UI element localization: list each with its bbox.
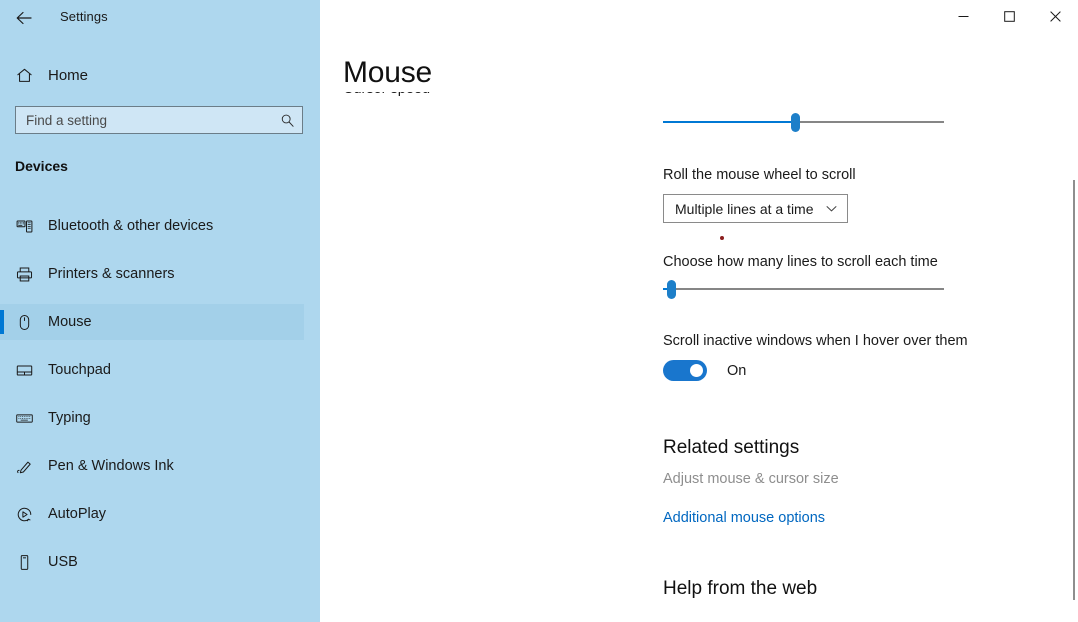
- minimize-icon[interactable]: [940, 0, 986, 32]
- close-icon[interactable]: [1032, 0, 1078, 32]
- sidebar-item-label: Printers & scanners: [48, 266, 175, 282]
- red-dot-marker: [720, 236, 724, 240]
- inactive-scroll-toggle-state: On: [727, 362, 747, 379]
- wheel-scroll-dropdown-value: Multiple lines at a time: [675, 200, 814, 217]
- cursor-speed-slider[interactable]: [663, 110, 944, 134]
- pen-icon: [0, 457, 48, 476]
- lines-to-scroll-label: Choose how many lines to scroll each tim…: [663, 254, 938, 270]
- sidebar-item-label: Touchpad: [48, 362, 111, 378]
- chevron-down-icon: [825, 202, 838, 215]
- bluetooth-devices-icon: [0, 217, 48, 236]
- sidebar-item-usb[interactable]: USB: [0, 544, 304, 580]
- window-title: Settings: [60, 9, 108, 24]
- sidebar-item-home-label: Home: [48, 66, 89, 84]
- settings-window: Settings Home Devices: [0, 0, 1078, 622]
- sidebar-item-label: Bluetooth & other devices: [48, 218, 214, 234]
- window-controls: [320, 0, 1078, 32]
- sidebar-item-autoplay[interactable]: AutoPlay: [0, 496, 304, 532]
- sidebar-item-label: Typing: [48, 410, 91, 426]
- inactive-scroll-toggle-row: On: [663, 360, 746, 381]
- usb-icon: [0, 553, 48, 572]
- back-arrow-icon[interactable]: [8, 4, 40, 32]
- help-from-web-heading: Help from the web: [663, 578, 818, 599]
- main-content: Mouse Cursor speed Roll the mouse wheel …: [320, 0, 1078, 622]
- scrollbar-thumb[interactable]: [1073, 180, 1075, 600]
- autoplay-icon: [0, 505, 48, 524]
- sidebar-item-mouse[interactable]: Mouse: [0, 304, 304, 340]
- home-icon: [0, 66, 48, 85]
- slider-thumb[interactable]: [667, 280, 677, 299]
- wheel-scroll-dropdown[interactable]: Multiple lines at a time: [663, 194, 848, 223]
- sidebar-item-label: Pen & Windows Ink: [48, 458, 174, 474]
- sidebar-item-bluetooth-other-devices[interactable]: Bluetooth & other devices: [0, 208, 304, 244]
- keyboard-icon: [0, 409, 48, 428]
- related-settings-heading: Related settings: [663, 437, 800, 458]
- additional-mouse-options-link[interactable]: Additional mouse options: [663, 510, 825, 526]
- inactive-scroll-label: Scroll inactive windows when I hover ove…: [663, 333, 968, 349]
- sidebar: Settings Home Devices: [0, 0, 320, 622]
- sidebar-item-label: USB: [48, 554, 78, 570]
- search-input[interactable]: [16, 107, 272, 133]
- search-icon[interactable]: [272, 113, 302, 128]
- sidebar-item-pen-windows-ink[interactable]: Pen & Windows Ink: [0, 448, 304, 484]
- sidebar-item-printers-scanners[interactable]: Printers & scanners: [0, 256, 304, 292]
- slider-fill: [663, 121, 796, 123]
- sidebar-group-heading: Devices: [15, 158, 68, 174]
- slider-thumb[interactable]: [791, 113, 801, 132]
- sidebar-item-home[interactable]: Home: [0, 60, 304, 90]
- slider-track: [663, 288, 944, 290]
- maximize-icon[interactable]: [986, 0, 1032, 32]
- printer-icon: [0, 265, 48, 284]
- scrollbar[interactable]: [1062, 32, 1078, 622]
- adjust-mouse-cursor-size-text: Adjust mouse & cursor size: [663, 471, 839, 487]
- page-title: Mouse: [343, 54, 432, 92]
- sidebar-item-touchpad[interactable]: Touchpad: [0, 352, 304, 388]
- wheel-scroll-label: Roll the mouse wheel to scroll: [663, 167, 856, 183]
- selection-accent-bar: [0, 310, 4, 334]
- inactive-scroll-toggle[interactable]: [663, 360, 707, 381]
- mouse-icon: [0, 313, 48, 332]
- search-box[interactable]: [15, 106, 303, 134]
- lines-to-scroll-slider[interactable]: [663, 277, 944, 301]
- sidebar-item-typing[interactable]: Typing: [0, 400, 304, 436]
- touchpad-icon: [0, 361, 48, 380]
- sidebar-item-label: AutoPlay: [48, 506, 107, 522]
- titlebar-left: Settings: [0, 0, 320, 36]
- sidebar-item-label: Mouse: [48, 314, 92, 330]
- toggle-knob: [690, 364, 703, 377]
